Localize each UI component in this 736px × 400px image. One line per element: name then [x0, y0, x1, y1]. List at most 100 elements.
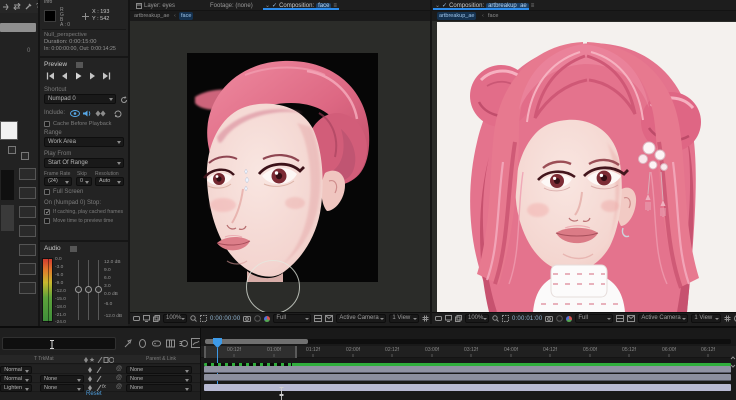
if-caching-checkbox[interactable]	[44, 209, 50, 216]
show-snapshot-icon[interactable]	[556, 315, 564, 322]
channel-dropdown[interactable]: Full	[575, 314, 614, 323]
frame-blending-icon[interactable]	[166, 339, 175, 348]
panel-menu-icon[interactable]	[70, 246, 77, 252]
fx-badge[interactable]: fx	[102, 384, 106, 391]
tab-layer[interactable]: Layer: eyes	[136, 0, 175, 11]
layer-switch-icons[interactable]	[88, 384, 102, 391]
first-frame-button[interactable]	[46, 72, 55, 80]
magnifier-icon[interactable]	[190, 315, 197, 322]
parent-dropdown[interactable]: None	[126, 374, 192, 383]
monitor-icon[interactable]	[445, 315, 452, 322]
zoom-dropdown[interactable]: 100%	[163, 314, 187, 323]
timeline-search-input[interactable]	[2, 337, 116, 350]
trkmat-column-header[interactable]: T TrkMat	[34, 356, 54, 363]
region-of-interest-icon[interactable]	[502, 315, 509, 322]
layer-row-1[interactable]: Normal @ None	[0, 365, 200, 374]
loop-icon[interactable]	[114, 110, 122, 118]
next-frame-button[interactable]	[88, 72, 97, 80]
move-time-checkbox[interactable]	[44, 218, 50, 224]
swatch-box-1[interactable]	[8, 146, 16, 154]
cache-before-playback-checkbox[interactable]	[44, 121, 50, 127]
layers-icon[interactable]	[153, 315, 160, 322]
stack-item[interactable]	[19, 187, 36, 199]
resolution-icon[interactable]	[616, 315, 625, 322]
draft-3d-icon[interactable]	[138, 339, 147, 348]
panel-menu-icon[interactable]	[76, 62, 83, 68]
blend-mode-dropdown[interactable]: Lighten	[0, 383, 32, 392]
layer-bar-1[interactable]	[204, 366, 731, 373]
pickwhip-icon[interactable]: @	[116, 384, 122, 391]
hand-tool-icon[interactable]	[435, 315, 442, 322]
layers-icon[interactable]	[455, 315, 462, 322]
snapshot-camera-icon[interactable]	[545, 315, 554, 322]
reset-preview-icon[interactable]	[120, 96, 128, 104]
scrubber-fragment[interactable]	[0, 23, 36, 32]
channel-dropdown[interactable]: Full	[273, 314, 312, 323]
include-audio-icon[interactable]	[83, 110, 92, 117]
layer-row-2[interactable]: Normal None @ None	[0, 374, 200, 383]
show-snapshot-icon[interactable]	[254, 315, 262, 322]
stack-item[interactable]	[19, 282, 36, 294]
monitor-icon[interactable]	[143, 315, 150, 322]
timeline-scroll-handle[interactable]	[730, 356, 736, 368]
stack-item[interactable]	[19, 206, 36, 218]
comp-canvas-face[interactable]	[187, 53, 378, 282]
motion-blur-icon[interactable]	[179, 339, 188, 348]
magnifier-icon[interactable]	[492, 315, 499, 322]
panel-menu-icon[interactable]: ≡	[531, 3, 535, 9]
show-channel-icon[interactable]	[566, 315, 573, 322]
snapshot-camera-icon[interactable]	[243, 315, 252, 322]
timeline-navigator-track[interactable]	[205, 339, 731, 344]
frame-rate-dropdown[interactable]: (24)	[44, 177, 72, 186]
include-overlays-icon[interactable]	[95, 110, 106, 117]
viewer-timecode[interactable]: 0:00:00:00	[210, 316, 240, 322]
time-ruler[interactable]: 00:12f 01:00f 01:12f 02:00f 02:12f 03:00…	[201, 346, 736, 358]
include-video-icon[interactable]	[70, 110, 80, 117]
reset-link[interactable]: Reset	[86, 391, 102, 398]
parent-dropdown[interactable]: None	[126, 383, 192, 392]
resolution-dropdown[interactable]: Auto	[95, 177, 124, 186]
stack-item[interactable]	[19, 263, 36, 275]
resolution-icon[interactable]	[314, 315, 323, 322]
viewer-timecode[interactable]: 0:00:01:00	[512, 316, 542, 322]
camera-dropdown[interactable]: Active Camera	[638, 314, 689, 323]
show-channel-icon[interactable]	[264, 315, 271, 322]
viewer-pasteboard[interactable]	[130, 21, 430, 312]
full-screen-checkbox[interactable]	[44, 189, 50, 195]
mini-flowchart-icon[interactable]	[124, 339, 133, 348]
breadcrumb-root[interactable]: artbreakup_ae	[134, 13, 169, 19]
stack-item[interactable]	[19, 168, 36, 180]
trkmat-dropdown[interactable]: None	[40, 383, 84, 392]
fill-color-swatch[interactable]	[0, 121, 18, 140]
parent-link-column-header[interactable]: Parent & Link	[146, 356, 176, 363]
shortcut-dropdown[interactable]: Numpad 0	[44, 94, 116, 104]
audio-slider-knob-left[interactable]	[75, 286, 82, 293]
target-region-icon[interactable]	[627, 315, 636, 322]
swap-arrows-icon[interactable]	[13, 3, 21, 10]
camera-dropdown[interactable]: Active Camera	[336, 314, 387, 323]
swatch-box-2[interactable]	[21, 152, 29, 160]
layer-switch-icons[interactable]	[88, 375, 102, 382]
pickwhip-icon[interactable]: @	[116, 375, 122, 382]
viewer-pasteboard[interactable]	[432, 21, 736, 312]
breadcrumb-current[interactable]: face	[488, 13, 498, 19]
shy-layers-icon[interactable]	[152, 339, 161, 348]
tab-footage[interactable]: Footage: (none)	[210, 0, 253, 11]
target-region-icon[interactable]	[325, 315, 334, 322]
breadcrumb-root[interactable]: artbreakup_ae	[437, 12, 477, 20]
region-of-interest-icon[interactable]	[200, 315, 207, 322]
selection-tool-icon[interactable]	[2, 3, 9, 10]
blend-mode-dropdown[interactable]: Normal	[0, 374, 32, 383]
pickwhip-icon[interactable]: @	[116, 366, 122, 373]
layer-bar-2[interactable]	[204, 374, 731, 381]
comp-canvas-main[interactable]	[437, 22, 736, 312]
zoom-dropdown[interactable]: 100%	[465, 314, 489, 323]
grid-guides-icon[interactable]	[724, 315, 731, 322]
layer-switch-icons[interactable]	[88, 366, 102, 373]
audio-slider-knob-center[interactable]	[85, 286, 92, 293]
trkmat-dropdown[interactable]: None	[40, 374, 84, 383]
view-layout-dropdown[interactable]: 1 View	[389, 314, 420, 323]
breadcrumb-current[interactable]: face	[179, 12, 194, 20]
wrench-icon[interactable]	[25, 3, 32, 10]
audio-slider-knob-right[interactable]	[95, 286, 102, 293]
